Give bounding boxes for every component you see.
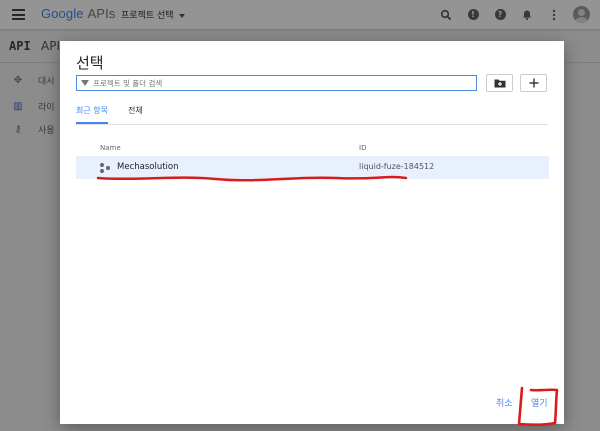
project-name[interactable]: Mechasolution (117, 162, 179, 172)
new-folder-button[interactable] (486, 74, 513, 92)
search-input[interactable] (93, 78, 453, 88)
filter-icon (81, 80, 89, 86)
folder-add-icon (494, 79, 505, 88)
column-header-name[interactable]: Name (100, 144, 121, 152)
add-project-button[interactable] (520, 74, 547, 92)
cancel-button[interactable]: 취소 (496, 396, 513, 409)
select-project-dialog: 선택 최근 항목 전체 Name ID Mechasolution liquid… (60, 41, 564, 424)
tab-all[interactable]: 전체 (128, 105, 143, 122)
open-button[interactable]: 열기 (531, 396, 548, 409)
project-id: liquid-fuze-184512 (359, 162, 435, 171)
dialog-title: 선택 (76, 54, 104, 72)
tab-recent[interactable]: 최근 항목 (76, 105, 108, 124)
search-box[interactable] (76, 75, 477, 91)
tab-bar: 최근 항목 전체 (76, 102, 548, 125)
project-icon (100, 163, 110, 173)
plus-icon (529, 78, 538, 88)
column-header-id[interactable]: ID (359, 144, 366, 152)
table-row[interactable]: Mechasolution liquid-fuze-184512 (76, 156, 549, 179)
